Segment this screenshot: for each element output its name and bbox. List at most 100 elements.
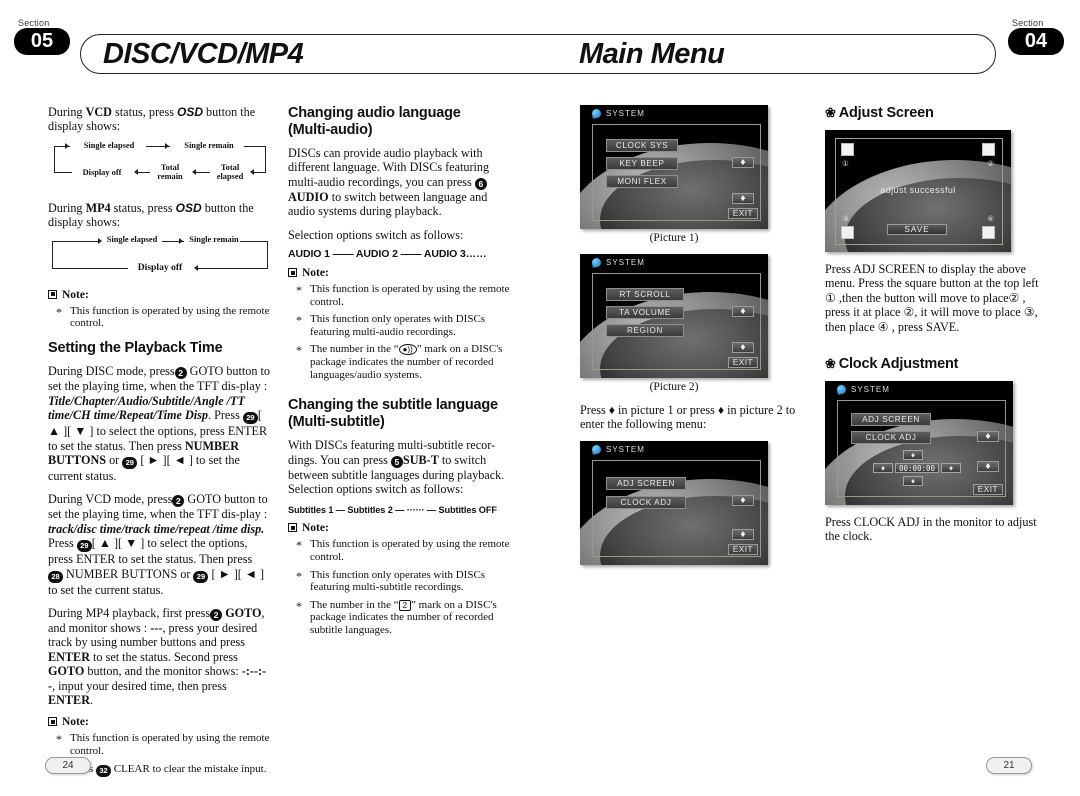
multi-subtitle-mark-icon: 2 (398, 599, 412, 611)
vcd-osd-paragraph: During VCD status, press OSD button the … (48, 105, 270, 134)
section-tag-right: Section 04 (1008, 18, 1066, 55)
flow1-display-off: Display off (82, 167, 122, 177)
vcd-label: VCD (85, 105, 112, 119)
mp4-playback-paragraph: During MP4 playback, first press 2 GOTO, … (48, 606, 270, 707)
remote-key-2-icon-mp4: 2 (210, 608, 223, 621)
system-label-row-3: SYSTEM (591, 444, 645, 455)
osd-exit-button-1[interactable]: EXIT (727, 208, 758, 219)
osd-arrow-up-1[interactable]: ♦ (732, 157, 754, 168)
mp4-osd-text-a: During (48, 200, 86, 215)
audio-text-1: DISCs can provide audio playback with di… (288, 146, 490, 189)
note-label-audio: Note: (302, 267, 329, 280)
disc-text-3: . Press (208, 408, 243, 423)
clock-down-button[interactable]: ♦ (903, 476, 923, 487)
note-item: This function is operated by using the r… (288, 538, 514, 563)
adjust-corner-square-1[interactable] (841, 143, 854, 156)
mp4-text-1: During MP4 playback, first press (48, 605, 211, 620)
section-number-left: 05 (14, 28, 70, 55)
audio-selection-intro: Selection options switch as follows: (288, 227, 464, 242)
note-item: The number in the “2” mark on a DISC's p… (288, 599, 514, 637)
section-tag-left: Section 05 (14, 18, 72, 55)
column-four: ❀ Adjust Screen ① ② ③ ④ adjust successful… (825, 105, 1040, 553)
note-header-audio: Note: (288, 267, 514, 279)
clock-up-button[interactable]: ♦ (903, 450, 923, 461)
page-title-right: Main Menu (579, 38, 725, 70)
flow1-single-remain: Single remain (184, 140, 234, 150)
osd-arrow-up-3[interactable]: ♦ (732, 494, 754, 506)
adjust-corner-number-4: ④ (987, 214, 994, 223)
osd-menu-item-key-beep[interactable]: KEY BEEP (606, 157, 678, 170)
osd-arrow-down-3[interactable]: ♦ (732, 528, 754, 540)
column-two: Changing audio language (Multi-audio) DI… (288, 105, 514, 642)
clock-time-value[interactable]: 00:00:00 (895, 463, 939, 474)
note-item: This function is operated by using the r… (288, 283, 514, 308)
note-item: This function is operated by using the r… (48, 732, 270, 757)
osd-menu-item-region[interactable]: REGION (606, 324, 684, 337)
osd-menu-item-moni-flex[interactable]: MONI FLEX (606, 175, 678, 188)
mp4-osd-paragraph: During MP4 status, press OSD button the … (48, 201, 270, 230)
osd-menu-item-rt-scroll[interactable]: RT SCROLL (606, 288, 684, 301)
section-word-left: Section (18, 18, 50, 28)
heading-adjust-screen-text: Adjust Screen (838, 105, 934, 121)
flow1-total-remain: Total remain (157, 162, 183, 182)
mp4-text-6: button, and the monitor shows: (84, 664, 242, 679)
press-arrow-instruction: Press ♦ in picture 1 or press ♦ in pictu… (580, 403, 796, 432)
osd-arrow-up-2[interactable]: ♦ (732, 306, 754, 317)
disc-text-1: During DISC mode, press (48, 364, 175, 379)
system-label-2: SYSTEM (606, 258, 645, 267)
mp4-goto-2: GOTO (48, 664, 85, 679)
clock-arrow-down[interactable]: ♦ (977, 461, 999, 473)
adjust-corner-square-3[interactable] (841, 226, 854, 239)
system-label-row-2: SYSTEM (591, 257, 645, 268)
note-item: This function only operates with DISCs f… (288, 569, 514, 594)
osd-exit-button-2[interactable]: EXIT (727, 357, 758, 368)
heading-adjust-screen: ❀ Adjust Screen (825, 105, 1040, 121)
note-list-audio: This function is operated by using the r… (288, 283, 514, 381)
remote-key-28-icon: 28 (48, 570, 63, 583)
osd-menu-item-adj-screen[interactable]: ADJ SCREEN (606, 476, 686, 490)
clock-arrow-up[interactable]: ♦ (977, 431, 999, 443)
clock-left-button[interactable]: ♦ (873, 463, 893, 474)
heading-audio-line2: (Multi-audio) (288, 121, 373, 138)
osd-button-label-1: OSD (176, 105, 203, 119)
mp4-enter-1: ENTER (48, 649, 90, 664)
osd-arrow-down-1[interactable]: ♦ (732, 193, 754, 204)
caption-picture-1: (Picture 1) (649, 232, 699, 244)
osd-arrow-down-2[interactable]: ♦ (732, 342, 754, 353)
system-logo-icon (591, 257, 602, 268)
clock-menu-item-adj-screen[interactable]: ADJ SCREEN (851, 413, 931, 427)
remote-key-2-icon: 2 (174, 367, 187, 380)
note-square-icon-2 (48, 717, 57, 727)
system-label-1: SYSTEM (606, 109, 645, 118)
mp4-text-8: . (90, 693, 94, 707)
flow2-single-elapsed: Single elapsed (106, 234, 158, 244)
column-one: During VCD status, press OSD button the … (48, 105, 270, 782)
section-number-right: 04 (1008, 28, 1064, 55)
mp4-label: MP4 (85, 200, 111, 215)
clock-right-button[interactable]: ♦ (941, 463, 961, 474)
vcd-text-5: NUMBER BUTTONS or (63, 566, 194, 581)
note-square-icon (48, 289, 57, 299)
clock-exit-button[interactable]: EXIT (972, 484, 1003, 496)
osd-menu-item-ta-volume[interactable]: TA VOLUME (606, 306, 684, 319)
adjust-corner-square-4[interactable] (982, 226, 995, 239)
adjust-corner-square-2[interactable] (982, 143, 995, 156)
osd-menu-item-clock-sys[interactable]: CLOCK SYS (606, 139, 678, 152)
page-number-right: 21 (986, 757, 1032, 774)
adjust-corner-number-3: ③ (842, 214, 849, 223)
heading-subtitle-line1: Changing the subtitle language (288, 397, 498, 414)
adjust-screen-mock: ① ② ③ ④ adjust successful SAVE (825, 130, 1011, 252)
clock-adjustment-mock: SYSTEM ADJ SCREEN CLOCK ADJ ♦ ♦ ♦ ♦ 00:0… (825, 381, 1013, 506)
adjust-success-message: adjust successful (880, 185, 956, 195)
title-bar: DISC/VCD/MP4 Main Menu (80, 34, 996, 74)
note-item: The number in the “●))” mark on a DISC's… (288, 343, 514, 381)
system-logo-icon (836, 384, 847, 395)
heading-audio-line1: Changing audio language (288, 105, 461, 121)
osd-menu-item-clock-adj[interactable]: CLOCK ADJ (606, 495, 686, 509)
vcd-mode-paragraph: During VCD mode, press 2 GOTO button to s… (48, 492, 270, 597)
vcd-text-3: Press (48, 536, 77, 551)
clock-menu-item-clock-adj[interactable]: CLOCK ADJ (851, 431, 931, 445)
adjust-save-button[interactable]: SAVE (887, 224, 947, 235)
remote-key-29-icon-b: 29 (122, 456, 138, 469)
osd-exit-button-3[interactable]: EXIT (727, 543, 758, 555)
